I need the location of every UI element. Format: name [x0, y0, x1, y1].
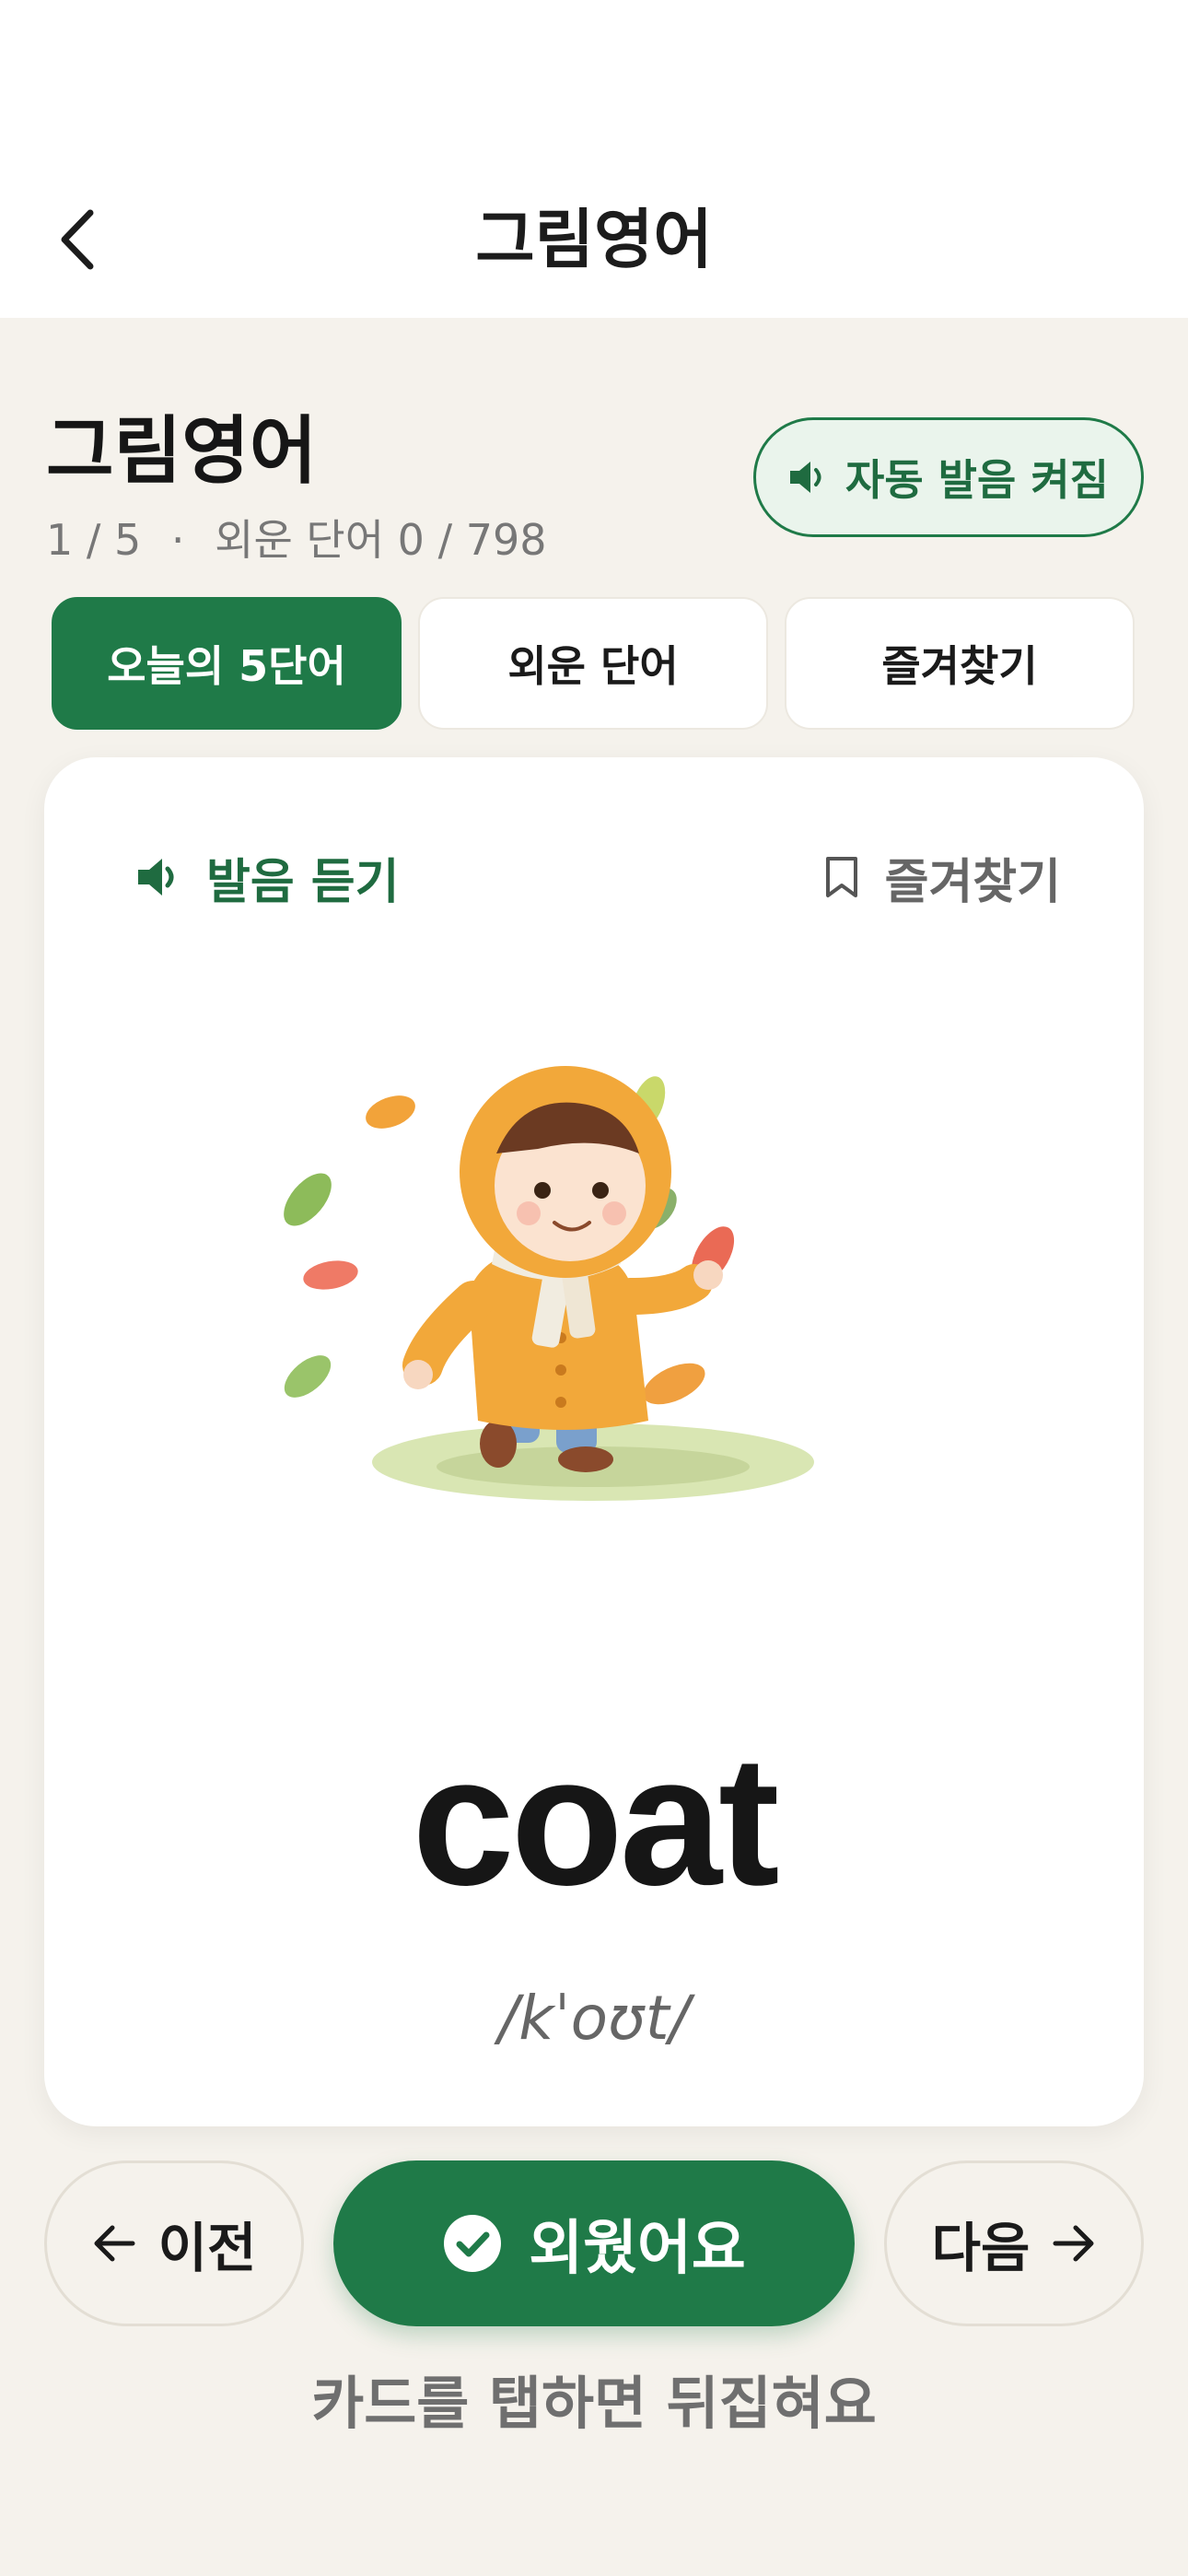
- memorized-count: 외운 단어 0 / 798: [215, 515, 547, 565]
- flip-hint: 카드를 탭하면 뒤집혀요: [311, 2370, 877, 2437]
- previous-label: 이전: [157, 2217, 257, 2279]
- phonetic-transcription: /kˈoʊt/: [498, 1983, 690, 2054]
- memorized-label: 외웠어요: [529, 2215, 746, 2283]
- auto-pronounce-toggle[interactable]: 자동 발음 켜짐: [753, 417, 1144, 537]
- speaker-icon: [138, 859, 174, 896]
- tab-bar: 오늘의 5단어 외운 단어 즐겨찾기: [52, 597, 1135, 730]
- child-in-coat-illustration: [284, 1066, 814, 1501]
- bookmark-button[interactable]: 즐겨찾기: [824, 840, 1061, 914]
- nav-title: 그림영어: [475, 202, 713, 277]
- speaker-icon: [790, 462, 821, 493]
- arrow-right-icon: [1053, 2225, 1094, 2262]
- tab-today-words[interactable]: 오늘의 5단어: [52, 597, 402, 730]
- tab-memorized-words[interactable]: 외운 단어: [418, 597, 768, 730]
- listen-label: 발음 듣기: [206, 854, 400, 910]
- tab-favorites[interactable]: 즐겨찾기: [785, 597, 1135, 730]
- memorized-button[interactable]: 외웠어요: [333, 2160, 855, 2326]
- auto-pronounce-label: 자동 발음 켜짐: [845, 455, 1109, 505]
- check-circle-icon: [444, 2215, 502, 2272]
- vocab-word: coat: [412, 1718, 779, 1924]
- next-button[interactable]: 다음: [884, 2160, 1144, 2326]
- listen-button[interactable]: 발음 듣기: [136, 840, 399, 914]
- previous-button[interactable]: 이전: [44, 2160, 304, 2326]
- page-heading: 그림영어: [46, 408, 318, 494]
- progress-count: 1 / 5: [46, 515, 142, 565]
- progress-line: 1 / 5 · 외운 단어 0 / 798: [46, 507, 547, 568]
- flashcard[interactable]: 발음 듣기 즐겨찾기 coat /kˈoʊt/: [44, 757, 1144, 2126]
- next-label: 다음: [931, 2217, 1031, 2279]
- bookmark-icon: [825, 857, 857, 897]
- separator-dot: ·: [170, 515, 185, 565]
- bookmark-label: 즐겨찾기: [884, 854, 1061, 910]
- arrow-left-icon: [94, 2225, 135, 2262]
- top-navigation-bar: 그림영어: [0, 0, 1188, 318]
